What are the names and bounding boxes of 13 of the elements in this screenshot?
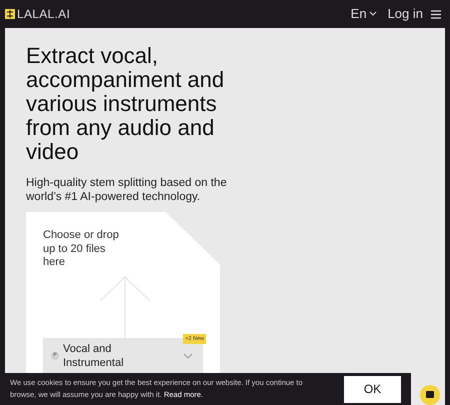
upload-prompt: Choose or drop up to 20 files here xyxy=(43,229,120,270)
login-link[interactable]: Log in xyxy=(388,4,423,24)
ok-button[interactable]: OK xyxy=(344,376,401,402)
chevron-icon xyxy=(183,352,193,358)
logo-icon xyxy=(5,9,15,19)
menu-icon[interactable] xyxy=(431,10,441,18)
hero-title: Extract vocal, accompaniment and various instruments from any audio and video xyxy=(26,44,226,164)
separation-label: Vocal and Instrumental xyxy=(63,342,125,370)
upload-arrow-icon xyxy=(99,276,151,338)
logo-text[interactable]: LALAL.AI xyxy=(17,5,70,23)
language-dropdown[interactable]: En xyxy=(350,4,377,24)
chevron-icon xyxy=(368,11,377,17)
hero-subtitle: High-quality stem splitting based on the world’s #1 AI-powered technology. xyxy=(26,176,228,204)
